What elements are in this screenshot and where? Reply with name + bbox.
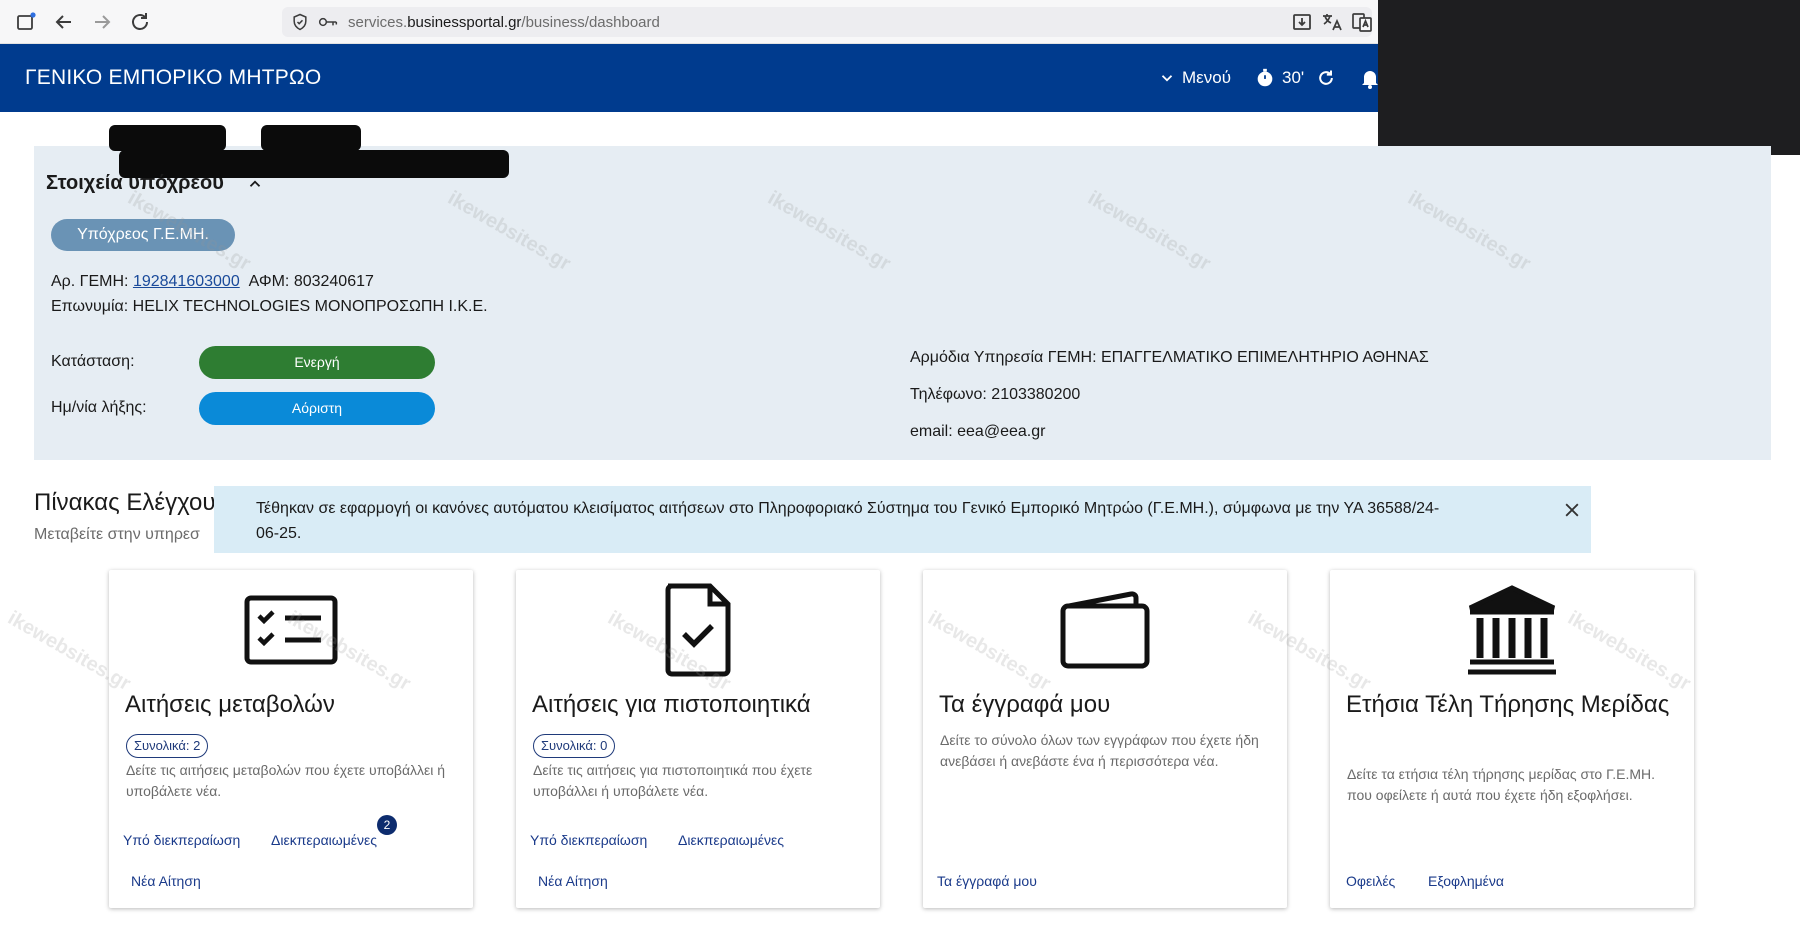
service-phone: Τηλέφωνο: 2103380200 xyxy=(910,386,1081,403)
menu-button[interactable]: Μενού xyxy=(1158,64,1231,92)
checklist-icon xyxy=(244,595,338,665)
chevron-up-icon[interactable] xyxy=(246,175,264,193)
session-timer: 30' xyxy=(1254,64,1336,92)
new-request-link[interactable]: Νέα Αίτηση xyxy=(131,873,201,889)
chevron-down-icon xyxy=(1161,75,1173,82)
app-title[interactable]: ΓΕΝΙΚΟ ΕΜΠΟΡΙΚΟ ΜΗΤΡΩΟ xyxy=(25,66,321,90)
company-name: HELIX TECHNOLOGIES ΜΟΝΟΠΡΟΣΩΠΗ Ι.Κ.Ε. xyxy=(132,298,488,315)
wallet-icon xyxy=(1060,591,1150,669)
pending-requests-link[interactable]: Υπό διεκπεραίωση xyxy=(530,832,647,848)
stopwatch-icon xyxy=(1257,68,1273,87)
expiry-badge: Αόριστη xyxy=(199,392,435,425)
gemi-number-link[interactable]: 192841603000 xyxy=(133,273,240,290)
menu-label: Μενού xyxy=(1182,68,1231,87)
expiry-label: Ημ/νία λήξης: xyxy=(51,399,147,416)
alert-text: Τέθηκαν σε εφαρμογή οι κανόνες αυτόματου… xyxy=(256,500,1440,542)
afm-number: 803240617 xyxy=(293,273,374,290)
forward-arrow-icon[interactable] xyxy=(90,10,114,34)
shield-icon[interactable] xyxy=(290,12,310,32)
card-description: Δείτε τις αιτήσεις μεταβολών που έχετε υ… xyxy=(126,762,446,799)
service-email: email: eea@eea.gr xyxy=(910,423,1046,440)
my-documents-link[interactable]: Τα έγγραφά μου xyxy=(937,873,1037,889)
card-title: Αιτήσεις για πιστοποιητικά xyxy=(532,691,811,718)
card-annual-fees: Ετήσια Τέλη Τήρησης Μερίδας Δείτε τα ετή… xyxy=(1330,570,1694,908)
paid-link[interactable]: Εξοφλημένα xyxy=(1428,873,1504,889)
card-description: Δείτε τις αιτήσεις για πιστοποιητικά που… xyxy=(533,762,813,799)
card-description: Δείτε τα ετήσια τέλη τήρησης μερίδας στο… xyxy=(1347,766,1656,803)
completed-requests-link[interactable]: Διεκπεραιωμένες xyxy=(271,832,377,848)
timer-label: 30' xyxy=(1282,68,1305,87)
status-label: Κατάσταση: xyxy=(51,353,135,370)
reload-icon[interactable] xyxy=(128,10,152,34)
company-name-line: Επωνυμία: HELIX TECHNOLOGIES ΜΟΝΟΠΡΟΣΩΠΗ… xyxy=(51,298,488,316)
redacted-area xyxy=(109,125,226,151)
card-title: Τα έγγραφά μου xyxy=(939,691,1111,718)
completed-count-badge: 2 xyxy=(377,815,397,835)
card-certificate-requests: Αιτήσεις για πιστοποιητικά Συνολικά: 0 Δ… xyxy=(516,570,880,908)
completed-requests-link[interactable]: Διεκπεραιωμένες xyxy=(678,832,784,848)
close-icon[interactable] xyxy=(1562,500,1582,520)
obligor-section-title: Στοιχεία υπόχρεου xyxy=(46,172,224,194)
card-my-documents: Τα έγγραφά μου Δείτε το σύνολο όλων των … xyxy=(923,570,1287,908)
tab-overview-icon[interactable] xyxy=(14,10,38,34)
obligor-type-chip: Υπόχρεος Γ.Ε.ΜΗ. xyxy=(51,219,235,251)
page-translate-icon[interactable] xyxy=(1350,10,1374,34)
dashboard-title: Πίνακας Ελέγχου xyxy=(34,489,216,516)
dashboard-subtitle: Μεταβείτε στην υπηρεσ xyxy=(34,526,200,543)
pending-requests-link[interactable]: Υπό διεκπεραίωση xyxy=(123,832,240,848)
card-title: Αιτήσεις μεταβολών xyxy=(125,691,335,718)
address-bar[interactable]: services.businessportal.gr/business/dash… xyxy=(282,7,1372,37)
registry-info-line: Αρ. ΓΕΜΗ: 192841603000 ΑΦΜ: 803240617 xyxy=(51,273,374,291)
card-description: Δείτε το σύνολο όλων των εγγράφων που έχ… xyxy=(940,732,1259,769)
redacted-area xyxy=(1378,0,1800,155)
new-request-link[interactable]: Νέα Αίτηση xyxy=(538,873,608,889)
name-label: Επωνυμία: xyxy=(51,298,129,315)
info-alert: Τέθηκαν σε εφαρμογή οι κανόνες αυτόματου… xyxy=(214,486,1591,553)
url-text: services.businessportal.gr/business/dash… xyxy=(348,14,660,31)
redacted-area xyxy=(261,125,361,151)
install-app-icon[interactable] xyxy=(1290,10,1314,34)
back-arrow-icon[interactable] xyxy=(52,10,76,34)
refresh-session-icon[interactable] xyxy=(1316,68,1336,88)
gemi-label: Αρ. ΓΕΜΗ: xyxy=(51,273,129,290)
total-count-badge: Συνολικά: 0 xyxy=(533,734,616,758)
key-icon[interactable] xyxy=(318,13,338,31)
card-title: Ετήσια Τέλη Τήρησης Μερίδας xyxy=(1346,691,1670,718)
competent-service: Αρμόδια Υπηρεσία ΓΕΜΗ: ΕΠΑΓΓΕΛΜΑΤΙΚΟ ΕΠΙ… xyxy=(910,349,1429,366)
card-change-requests: Αιτήσεις μεταβολών Συνολικά: 2 Δείτε τις… xyxy=(109,570,473,908)
debts-link[interactable]: Οφειλές xyxy=(1346,873,1395,889)
total-count-badge: Συνολικά: 2 xyxy=(126,734,209,758)
bank-building-icon xyxy=(1468,585,1556,675)
afm-label: ΑΦΜ: xyxy=(248,273,290,290)
translate-icon[interactable] xyxy=(1320,10,1344,34)
status-badge: Ενεργή xyxy=(199,346,435,379)
document-check-icon xyxy=(665,583,731,677)
